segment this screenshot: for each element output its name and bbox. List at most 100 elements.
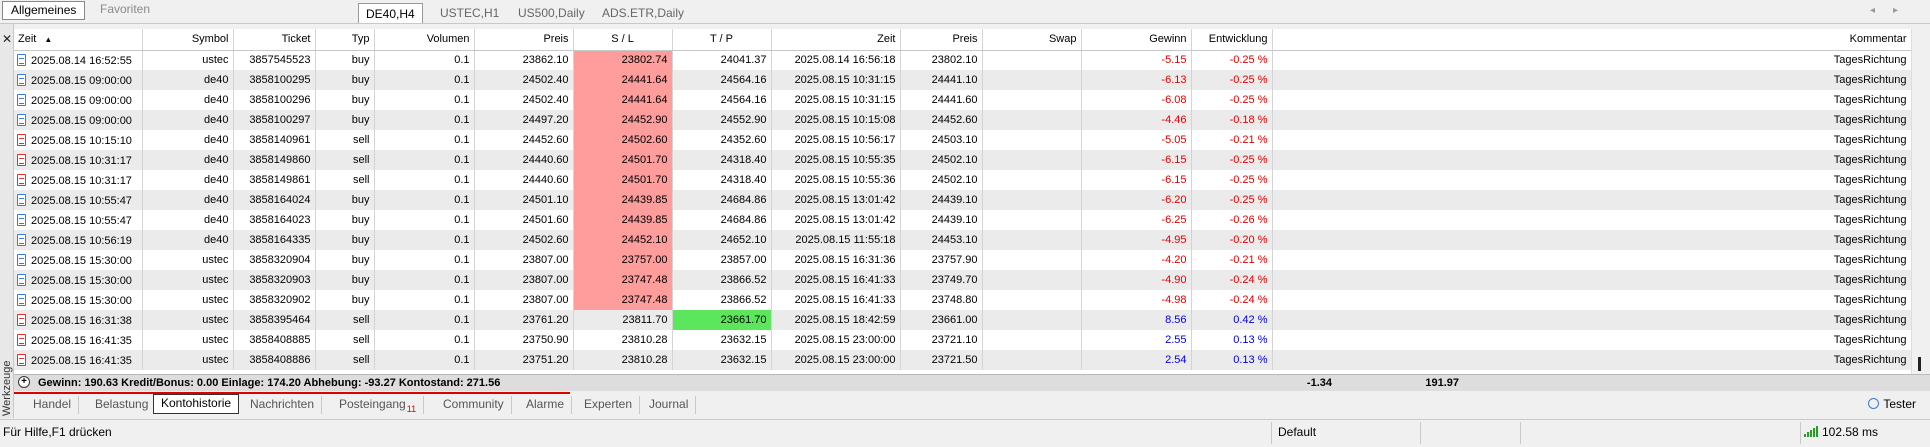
cell-symbol: de40 xyxy=(142,70,234,90)
cell-typ: buy xyxy=(315,70,375,90)
signal-icon xyxy=(1804,426,1818,437)
cell-close-preis: 23802.10 xyxy=(900,50,983,70)
cell-close-preis: 23721.50 xyxy=(900,350,983,370)
table-row[interactable]: 2025.08.15 09:00:00 de40 3858100297 buy 0.1 2… xyxy=(14,110,1911,130)
col-header-close-zeit[interactable]: Zeit xyxy=(771,29,901,51)
cell-typ: sell xyxy=(315,170,375,190)
cell-volumen: 0.1 xyxy=(374,270,475,290)
tab-journal[interactable]: Journal xyxy=(642,396,697,414)
cell-zeit: 2025.08.15 10:31:17 xyxy=(14,150,143,170)
arrow-left-icon[interactable]: ◂ xyxy=(1870,5,1893,16)
table-row[interactable]: 2025.08.15 16:31:38 ustec 3858395464 sell 0.… xyxy=(14,310,1911,330)
col-header-volumen[interactable]: Volumen xyxy=(374,29,475,51)
table-row[interactable]: 2025.08.15 16:41:35 ustec 3858408886 sell 0.… xyxy=(14,350,1911,370)
cell-kommentar: TagesRichtung xyxy=(1272,50,1911,70)
cell-kommentar: TagesRichtung xyxy=(1272,210,1911,230)
tester-button[interactable]: Tester xyxy=(1868,397,1916,411)
chart-tab-ustec[interactable]: USTEC,H1 xyxy=(433,3,506,23)
summary-gewinn: 191.97 xyxy=(1425,377,1459,389)
cell-sl: 23810.28 xyxy=(573,350,673,370)
cell-preis: 23750.90 xyxy=(474,330,574,350)
table-row[interactable]: 2025.08.15 10:55:47 de40 3858164023 buy 0.1 2… xyxy=(14,210,1911,230)
table-row[interactable]: 2025.08.15 15:30:00 ustec 3858320903 buy 0.1… xyxy=(14,270,1911,290)
table-row[interactable]: 2025.08.15 15:30:00 ustec 3858320902 buy 0.1… xyxy=(14,290,1911,310)
tab-belastung[interactable]: Belastung xyxy=(88,396,157,414)
col-header-entwicklung[interactable]: Entwicklung xyxy=(1191,29,1273,51)
table-row[interactable]: 2025.08.15 09:00:00 de40 3858100295 buy 0.1 2… xyxy=(14,70,1911,90)
cell-swap xyxy=(982,230,1082,250)
cell-preis: 23761.20 xyxy=(474,310,574,330)
cell-symbol: de40 xyxy=(142,110,234,130)
table-row[interactable]: 2025.08.15 10:55:47 de40 3858164024 buy 0.1 2… xyxy=(14,190,1911,210)
col-header-sl[interactable]: S / L xyxy=(573,29,673,51)
chart-tab-de40[interactable]: DE40,H4 xyxy=(358,3,423,23)
cell-gewinn: -6.08 xyxy=(1081,90,1192,110)
cell-gewinn: -6.15 xyxy=(1081,170,1192,190)
col-header-zeit[interactable]: Zeit ▲ xyxy=(14,29,143,51)
cell-volumen: 0.1 xyxy=(374,70,475,90)
arrow-right-icon[interactable]: ▸ xyxy=(1893,5,1916,16)
cell-close-zeit: 2025.08.15 11:55:18 xyxy=(771,230,901,250)
tab-alarme[interactable]: Alarme xyxy=(519,396,573,414)
tab-handel[interactable]: Handel xyxy=(26,396,80,414)
cell-tp: 24318.40 xyxy=(672,170,772,190)
vertical-scrollbar[interactable] xyxy=(1911,29,1930,374)
cell-gewinn: -6.13 xyxy=(1081,70,1192,90)
cell-swap xyxy=(982,290,1082,310)
tab-community[interactable]: Community xyxy=(436,396,512,414)
cell-kommentar: TagesRichtung xyxy=(1272,70,1911,90)
cell-entwicklung: -0.21 % xyxy=(1191,130,1273,150)
cell-ticket: 3858164024 xyxy=(233,190,316,210)
tab-experten[interactable]: Experten xyxy=(577,396,641,414)
cell-typ: buy xyxy=(315,230,375,250)
close-icon[interactable]: ✕ xyxy=(2,32,12,46)
chart-tab-ads[interactable]: ADS.ETR,Daily xyxy=(595,3,691,23)
col-header-ticket[interactable]: Ticket xyxy=(233,29,316,51)
cell-typ: buy xyxy=(315,250,375,270)
tab-scroll-arrows[interactable]: ◂▸ xyxy=(1870,5,1916,16)
tab-favoriten[interactable]: Favoriten xyxy=(92,1,158,20)
table-body: 2025.08.14 16:52:55 ustec 3857545523 buy 0.1… xyxy=(14,50,1911,370)
cell-close-preis: 24502.10 xyxy=(900,150,983,170)
cell-gewinn: -6.20 xyxy=(1081,190,1192,210)
col-header-swap[interactable]: Swap xyxy=(982,29,1082,51)
cell-close-zeit: 2025.08.15 10:31:15 xyxy=(771,70,901,90)
table-row[interactable]: 2025.08.15 16:41:35 ustec 3858408885 sell 0.… xyxy=(14,330,1911,350)
tab-allgemeines[interactable]: Allgemeines xyxy=(2,1,86,20)
cell-zeit: 2025.08.15 09:00:00 xyxy=(14,90,143,110)
table-row[interactable]: 2025.08.15 10:15:10 de40 3858140961 sell 0.1… xyxy=(14,130,1911,150)
expand-icon[interactable]: + xyxy=(18,376,30,388)
cell-close-preis: 24452.60 xyxy=(900,110,983,130)
table-row[interactable]: 2025.08.15 10:31:17 de40 3858149861 sell 0.1… xyxy=(14,170,1911,190)
cell-close-zeit: 2025.08.15 16:41:33 xyxy=(771,290,901,310)
table-row[interactable]: 2025.08.15 10:56:19 de40 3858164335 buy 0.1 2… xyxy=(14,230,1911,250)
tab-kontohistorie[interactable]: Kontohistorie xyxy=(153,394,240,414)
cell-tp: 24564.16 xyxy=(672,90,772,110)
col-header-typ[interactable]: Typ xyxy=(315,29,375,51)
cell-close-zeit: 2025.08.15 16:31:36 xyxy=(771,250,901,270)
table-row[interactable]: 2025.08.15 10:31:17 de40 3858149860 sell 0.1… xyxy=(14,150,1911,170)
table-row[interactable]: 2025.08.15 09:00:00 de40 3858100296 buy 0.1 2… xyxy=(14,90,1911,110)
tab-posteingang[interactable]: Posteingang11 xyxy=(332,396,425,414)
table-row[interactable]: 2025.08.15 15:30:00 ustec 3858320904 buy 0.1… xyxy=(14,250,1911,270)
cell-volumen: 0.1 xyxy=(374,290,475,310)
tab-nachrichten[interactable]: Nachrichten xyxy=(243,396,323,414)
cell-sl: 24441.64 xyxy=(573,70,673,90)
cell-entwicklung: -0.26 % xyxy=(1191,210,1273,230)
table-row[interactable]: 2025.08.14 16:52:55 ustec 3857545523 buy 0.1… xyxy=(14,50,1911,70)
cell-zeit: 2025.08.15 15:30:00 xyxy=(14,270,143,290)
cell-gewinn: -5.05 xyxy=(1081,130,1192,150)
cell-zeit: 2025.08.15 10:55:47 xyxy=(14,190,143,210)
cell-sl: 24502.60 xyxy=(573,130,673,150)
col-header-gewinn[interactable]: Gewinn xyxy=(1081,29,1192,51)
cell-gewinn: 8.56 xyxy=(1081,310,1192,330)
col-header-preis[interactable]: Preis xyxy=(474,29,574,51)
cell-sl: 23747.48 xyxy=(573,290,673,310)
cell-symbol: de40 xyxy=(142,170,234,190)
chart-tab-us500[interactable]: US500,Daily xyxy=(511,3,592,23)
scrollbar-thumb[interactable] xyxy=(1918,357,1921,371)
col-header-kommentar[interactable]: Kommentar xyxy=(1272,29,1911,51)
col-header-symbol[interactable]: Symbol xyxy=(142,29,234,51)
col-header-close-preis[interactable]: Preis xyxy=(900,29,983,51)
col-header-tp[interactable]: T / P xyxy=(672,29,772,51)
